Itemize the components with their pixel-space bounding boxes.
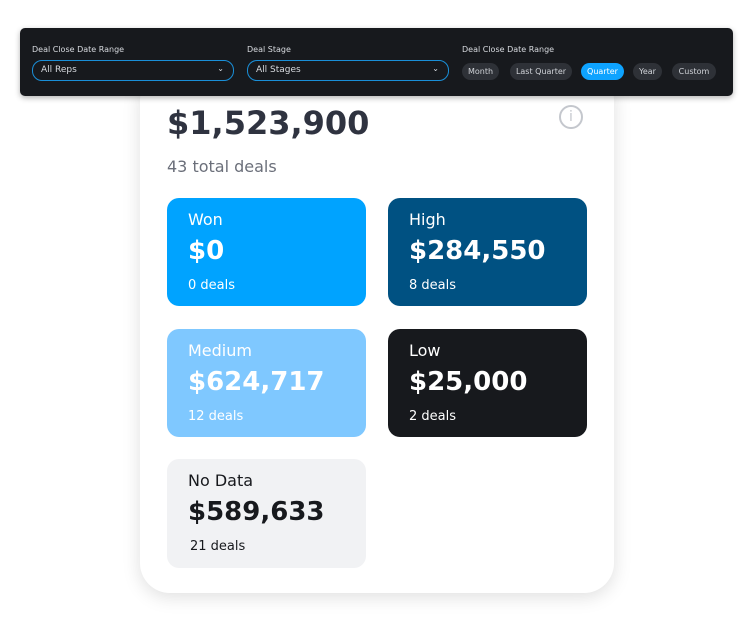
tile-deals: 12 deals xyxy=(188,409,244,424)
reps-filter-label: Deal Close Date Range xyxy=(32,45,125,54)
tile-value: $0 xyxy=(188,236,225,266)
tile-deals: 21 deals xyxy=(190,539,246,554)
tile-low[interactable]: Low $25,000 2 deals xyxy=(388,329,587,437)
range-year-button[interactable]: Year xyxy=(633,63,662,80)
range-last-quarter-button[interactable]: Last Quarter xyxy=(510,63,572,80)
stage-select[interactable]: All Stages ⌄ xyxy=(247,60,449,81)
tile-name: High xyxy=(409,210,446,229)
chevron-down-icon: ⌄ xyxy=(217,64,224,73)
filter-toolbar: Deal Close Date Range All Reps ⌄ Deal Sta… xyxy=(20,28,733,96)
tile-deals: 2 deals xyxy=(409,409,457,424)
tile-medium[interactable]: Medium $624,717 12 deals xyxy=(167,329,366,437)
tile-high[interactable]: High $284,550 8 deals xyxy=(388,198,587,306)
tile-name: Won xyxy=(188,210,223,229)
tile-value: $25,000 xyxy=(409,367,528,397)
tile-won[interactable]: Won $0 0 deals xyxy=(167,198,366,306)
range-custom-button[interactable]: Custom xyxy=(672,63,716,80)
range-month-button[interactable]: Month xyxy=(462,63,499,80)
range-quarter-button[interactable]: Quarter xyxy=(581,63,624,80)
chevron-down-icon: ⌄ xyxy=(432,64,439,73)
tile-value: $284,550 xyxy=(409,236,546,266)
tile-deals: 0 deals xyxy=(188,278,236,293)
info-icon[interactable]: i xyxy=(559,105,583,129)
stage-select-value: All Stages xyxy=(256,65,301,75)
tile-name: Medium xyxy=(188,341,252,360)
reps-select-value: All Reps xyxy=(41,65,77,75)
reps-select[interactable]: All Reps ⌄ xyxy=(32,60,234,81)
total-value: $1,523,900 xyxy=(167,104,370,142)
stage-filter-label: Deal Stage xyxy=(247,45,291,54)
tile-name: Low xyxy=(409,341,441,360)
tile-deals: 8 deals xyxy=(409,278,457,293)
tile-name: No Data xyxy=(188,471,254,490)
tile-no-data[interactable]: No Data $589,633 21 deals xyxy=(167,459,366,568)
range-filter-label: Deal Close Date Range xyxy=(462,45,555,54)
tile-value: $589,633 xyxy=(188,497,325,527)
tile-value: $624,717 xyxy=(188,367,325,397)
total-deals-count: 43 total deals xyxy=(167,157,277,176)
